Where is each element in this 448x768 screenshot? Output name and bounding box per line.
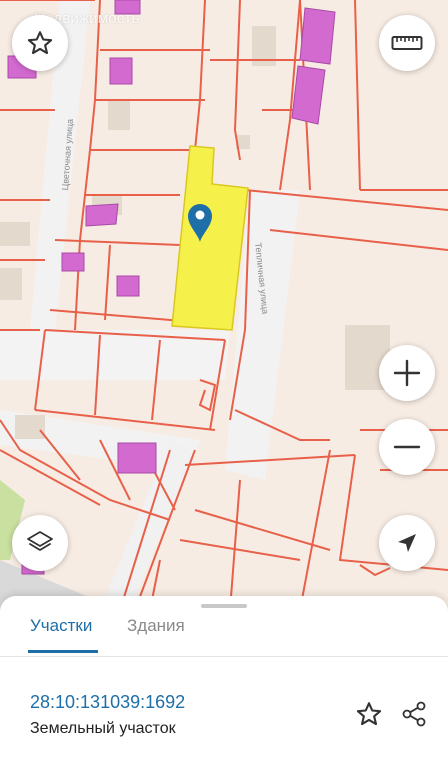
favorite-button[interactable] xyxy=(12,15,68,71)
tab-bar: Участки Здания xyxy=(0,610,448,654)
drag-handle[interactable] xyxy=(201,604,247,608)
building-gray xyxy=(15,415,45,439)
star-icon xyxy=(27,31,53,55)
building-gray xyxy=(108,100,130,130)
active-tab-indicator xyxy=(28,650,98,653)
plus-icon xyxy=(393,359,421,387)
navigation-arrow-icon xyxy=(398,534,416,552)
star-icon xyxy=(356,702,382,726)
favorite-parcel-button[interactable] xyxy=(353,698,385,730)
building-gray xyxy=(0,268,22,300)
selected-parcel[interactable] xyxy=(171,145,249,331)
building-gray xyxy=(0,222,30,246)
zoom-in-button[interactable] xyxy=(379,345,435,401)
tab-buildings[interactable]: Здания xyxy=(127,616,185,636)
divider xyxy=(0,656,448,657)
share-button[interactable] xyxy=(398,698,430,730)
share-icon xyxy=(402,701,426,727)
map-view[interactable]: Недвижимость Цветочная улица Тепличная у… xyxy=(0,0,448,610)
layers-button[interactable] xyxy=(12,515,68,571)
parcel-type-label: Земельный участок xyxy=(30,720,176,737)
minus-icon xyxy=(393,445,421,449)
tab-parcels[interactable]: Участки xyxy=(30,616,92,636)
cadastral-number-link[interactable]: 28:10:131039:1692 xyxy=(30,692,185,713)
ruler-button[interactable] xyxy=(379,15,435,71)
locate-button[interactable] xyxy=(379,515,435,571)
map-canvas[interactable] xyxy=(0,0,448,610)
bottom-sheet[interactable]: Участки Здания 28:10:131039:1692 Земельн… xyxy=(0,596,448,768)
ruler-icon xyxy=(391,36,423,50)
layers-icon xyxy=(27,531,53,551)
zoom-out-button[interactable] xyxy=(379,419,435,475)
